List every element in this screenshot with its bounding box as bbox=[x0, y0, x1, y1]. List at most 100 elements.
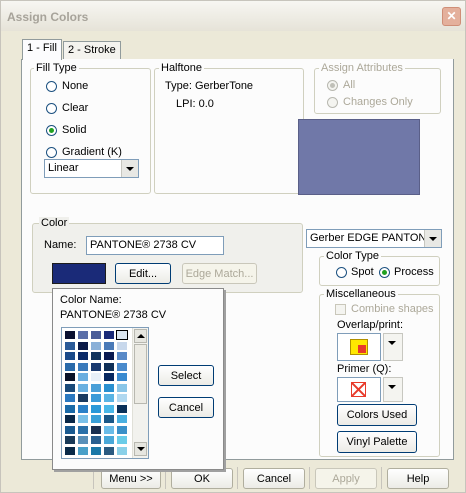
palette-color-cell[interactable] bbox=[64, 361, 76, 372]
palette-color-cell[interactable] bbox=[116, 393, 128, 403]
palette-color-cell[interactable] bbox=[103, 372, 115, 382]
vinyl-palette-button[interactable]: Vinyl Palette bbox=[337, 431, 417, 453]
colors-used-button[interactable]: Colors Used bbox=[337, 404, 417, 426]
overlap-print-dropdown-button[interactable] bbox=[383, 333, 403, 361]
color-name-input[interactable]: PANTONE® 2738 CV bbox=[86, 236, 224, 255]
fill-none-radio[interactable] bbox=[46, 81, 57, 92]
apply-button[interactable]: Apply bbox=[315, 468, 377, 489]
palette-color-cell[interactable] bbox=[64, 445, 76, 456]
palette-color-cell[interactable] bbox=[116, 382, 128, 393]
divider bbox=[237, 467, 238, 489]
help-button[interactable]: Help bbox=[387, 468, 449, 489]
palette-color-cell[interactable] bbox=[77, 403, 89, 414]
vinyl-palette-label: Vinyl Palette bbox=[346, 436, 408, 448]
fill-solid-radio[interactable] bbox=[46, 125, 57, 136]
palette-color-cell[interactable] bbox=[77, 361, 89, 372]
palette-color-cell[interactable] bbox=[64, 403, 76, 414]
palette-color-cell[interactable] bbox=[103, 340, 115, 351]
palette-color-cell[interactable] bbox=[77, 435, 89, 445]
palette-color-cell[interactable] bbox=[64, 382, 76, 393]
palette-select-button[interactable]: Select bbox=[158, 365, 214, 386]
tab-fill[interactable]: 1 - Fill bbox=[22, 39, 62, 60]
palette-color-cell[interactable] bbox=[116, 372, 128, 382]
palette-color-cell[interactable] bbox=[116, 435, 128, 445]
palette-color-cell[interactable] bbox=[103, 435, 115, 445]
palette-color-cell[interactable] bbox=[103, 361, 115, 372]
palette-color-cell[interactable] bbox=[90, 414, 102, 424]
palette-color-cell[interactable] bbox=[116, 340, 128, 351]
palette-color-cell[interactable] bbox=[90, 403, 102, 414]
primer-picker[interactable] bbox=[337, 377, 381, 402]
palette-color-cell[interactable] bbox=[103, 424, 115, 435]
assign-changes-label: Changes Only bbox=[343, 96, 413, 108]
palette-color-cell[interactable] bbox=[90, 351, 102, 361]
palette-color-cell[interactable] bbox=[103, 382, 115, 393]
combine-shapes-checkbox[interactable] bbox=[335, 304, 346, 315]
palette-color-cell[interactable] bbox=[77, 445, 89, 456]
palette-scrollbar[interactable] bbox=[132, 328, 148, 458]
palette-color-cell[interactable] bbox=[103, 445, 115, 456]
palette-color-cell[interactable] bbox=[90, 424, 102, 435]
palette-color-cell[interactable] bbox=[90, 372, 102, 382]
palette-color-cell[interactable] bbox=[116, 403, 128, 414]
palette-color-cell[interactable] bbox=[90, 361, 102, 372]
tab-stroke[interactable]: 2 - Stroke bbox=[63, 41, 121, 59]
menu-button[interactable]: Menu >> bbox=[101, 468, 161, 489]
palette-color-cell[interactable] bbox=[103, 403, 115, 414]
palette-color-cell[interactable] bbox=[90, 382, 102, 393]
edge-match-button[interactable]: Edge Match... bbox=[182, 263, 257, 284]
fill-gradient-radio[interactable] bbox=[46, 147, 57, 158]
scroll-thumb[interactable] bbox=[134, 344, 147, 404]
palette-color-cell[interactable] bbox=[77, 424, 89, 435]
palette-color-cell[interactable] bbox=[64, 414, 76, 424]
palette-color-cell[interactable] bbox=[77, 330, 89, 340]
color-swatch-button[interactable] bbox=[52, 263, 106, 284]
primer-dropdown-button[interactable] bbox=[383, 377, 403, 402]
palette-color-cell[interactable] bbox=[90, 445, 102, 456]
palette-color-cell[interactable] bbox=[77, 382, 89, 393]
gradient-type-select[interactable]: Linear bbox=[44, 159, 139, 178]
palette-color-cell[interactable] bbox=[77, 393, 89, 403]
palette-color-cell[interactable] bbox=[103, 330, 115, 340]
palette-color-cell[interactable] bbox=[116, 414, 128, 424]
overlap-print-picker[interactable] bbox=[337, 333, 381, 361]
palette-color-cell[interactable] bbox=[64, 424, 76, 435]
palette-color-cell[interactable] bbox=[64, 435, 76, 445]
palette-color-cell[interactable] bbox=[64, 330, 76, 340]
color-library-select[interactable]: Gerber EDGE PANTONE® F bbox=[306, 229, 442, 248]
assign-changes-radio[interactable] bbox=[327, 97, 338, 108]
scroll-up-icon[interactable] bbox=[134, 329, 147, 343]
scroll-down-icon[interactable] bbox=[134, 442, 147, 456]
edit-button[interactable]: Edit... bbox=[115, 263, 171, 284]
cancel-button[interactable]: Cancel bbox=[243, 468, 305, 489]
palette-color-cell[interactable] bbox=[77, 351, 89, 361]
palette-color-cell[interactable] bbox=[115, 329, 129, 341]
palette-color-cell[interactable] bbox=[77, 340, 89, 351]
palette-color-cell[interactable] bbox=[64, 351, 76, 361]
palette-color-cell[interactable] bbox=[116, 361, 128, 372]
palette-color-cell[interactable] bbox=[77, 414, 89, 424]
ok-button[interactable]: OK bbox=[171, 468, 233, 489]
palette-color-cell[interactable] bbox=[64, 372, 76, 382]
palette-cancel-button[interactable]: Cancel bbox=[158, 397, 214, 418]
color-type-spot-radio[interactable] bbox=[336, 267, 347, 278]
palette-color-cell[interactable] bbox=[90, 330, 102, 340]
palette-color-cell[interactable] bbox=[103, 414, 115, 424]
palette-color-cell[interactable] bbox=[116, 351, 128, 361]
palette-color-cell[interactable] bbox=[90, 340, 102, 351]
ok-button-label: OK bbox=[194, 473, 210, 485]
palette-color-cell[interactable] bbox=[103, 393, 115, 403]
palette-color-cell[interactable] bbox=[103, 351, 115, 361]
color-type-process-radio[interactable] bbox=[379, 267, 390, 278]
close-button[interactable]: ✕ bbox=[442, 7, 461, 26]
palette-color-cell[interactable] bbox=[116, 424, 128, 435]
palette-color-cell[interactable] bbox=[77, 372, 89, 382]
fill-clear-radio[interactable] bbox=[46, 103, 57, 114]
palette-color-cell[interactable] bbox=[64, 340, 76, 351]
palette-color-cell[interactable] bbox=[64, 393, 76, 403]
palette-color-cell[interactable] bbox=[90, 393, 102, 403]
color-palette-grid[interactable] bbox=[61, 327, 149, 459]
palette-color-cell[interactable] bbox=[90, 435, 102, 445]
assign-all-radio[interactable] bbox=[327, 80, 338, 91]
palette-color-cell[interactable] bbox=[116, 445, 128, 456]
